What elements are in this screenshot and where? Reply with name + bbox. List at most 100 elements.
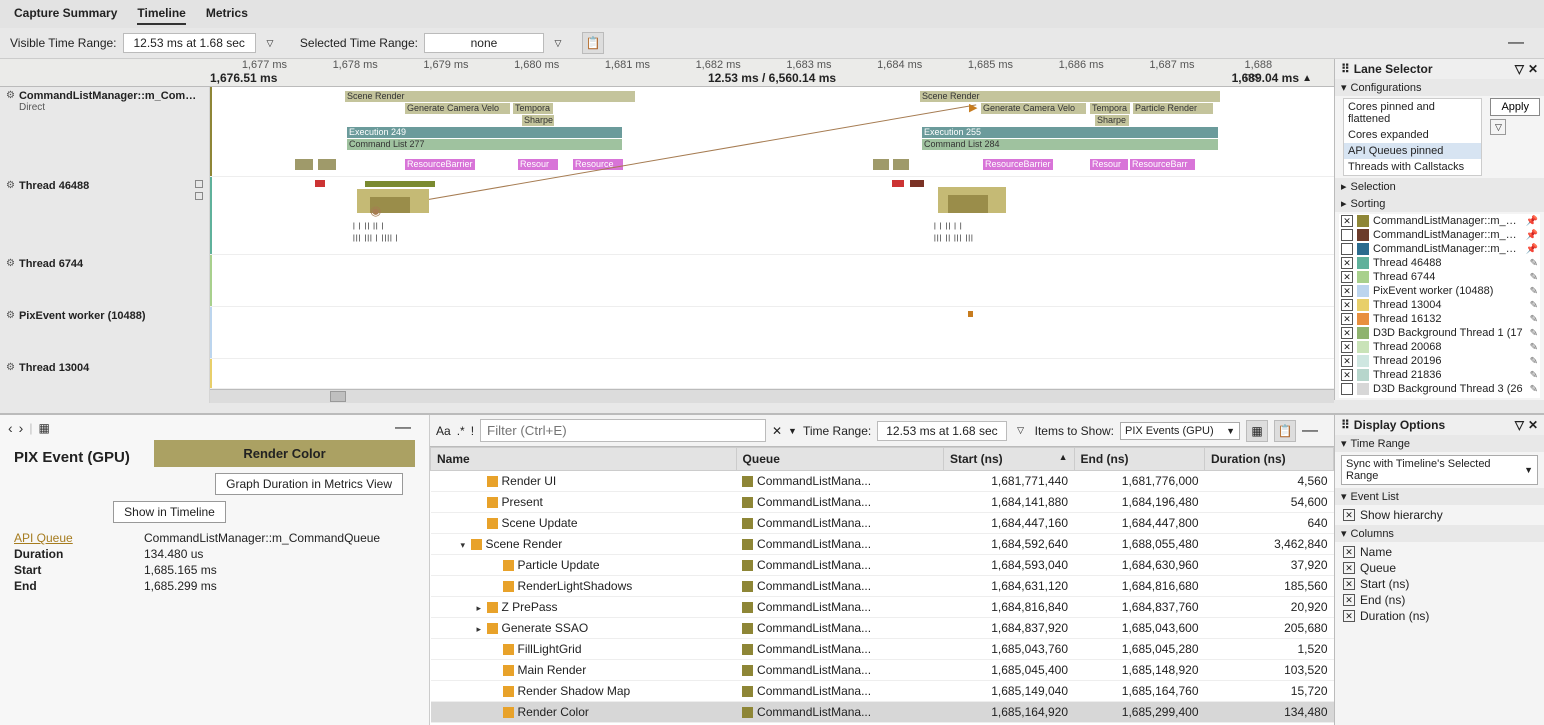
configurations-header[interactable]: ▾Configurations xyxy=(1335,79,1544,96)
detail-table-icon[interactable]: ▦ xyxy=(38,421,49,435)
table-row[interactable]: ▸Z PrePass CommandListMana... 1,684,816,… xyxy=(431,597,1334,618)
thread-row[interactable]: ✕ PixEvent worker (10488) ✎ xyxy=(1339,284,1540,298)
block-resour[interactable]: Resour xyxy=(1090,159,1128,170)
thread-row[interactable]: ✕ Thread 6744 ✎ xyxy=(1339,270,1540,284)
tab-timeline[interactable]: Timeline xyxy=(137,3,185,25)
block-small[interactable] xyxy=(295,159,313,170)
negate-icon[interactable]: ! xyxy=(471,424,474,438)
block-commandlist-277[interactable]: Command List 277 xyxy=(347,139,622,150)
thread-row[interactable]: CommandListManager::m_Cor 📌 xyxy=(1339,242,1540,256)
block-gen-camera[interactable]: Generate Camera Velo xyxy=(405,103,510,114)
visible-range-value[interactable]: 12.53 ms at 1.68 sec xyxy=(123,33,256,53)
sync-select[interactable]: Sync with Timeline's Selected Range▼ xyxy=(1341,455,1538,485)
expand-icon[interactable]: ▸ xyxy=(477,603,487,614)
block-resour[interactable]: Resour xyxy=(518,159,558,170)
minimize-icon[interactable]: — xyxy=(395,419,421,437)
table-row[interactable]: Render UI CommandListMana... 1,681,771,4… xyxy=(431,471,1334,492)
thread-row[interactable]: ✕ Thread 13004 ✎ xyxy=(1339,298,1540,312)
filter-input[interactable] xyxy=(480,419,766,442)
table-row[interactable]: ▸Generate SSAO CommandListMana... 1,684,… xyxy=(431,618,1334,639)
grip-icon[interactable]: ⠿ xyxy=(1341,62,1350,76)
lane-label-thread6744[interactable]: ⚙ Thread 6744 xyxy=(0,255,209,307)
tab-metrics[interactable]: Metrics xyxy=(206,3,248,25)
visible-range-dropdown-icon[interactable]: ▽ xyxy=(262,35,278,51)
thread-row[interactable]: CommandListManager::m_Cor 📌 xyxy=(1339,228,1540,242)
thread-row[interactable]: ✕ Thread 46488 ✎ xyxy=(1339,256,1540,270)
pin-icon[interactable]: 📌 xyxy=(1526,244,1538,255)
block-small[interactable] xyxy=(873,159,889,170)
grip-icon[interactable]: ⠿ xyxy=(1341,418,1350,432)
close-icon[interactable]: ✕ xyxy=(1528,418,1538,432)
lane-label-commandqueue[interactable]: ⚙ CommandListManager::m_CommandQueue Dir… xyxy=(0,87,209,177)
thread-checkbox[interactable]: ✕ xyxy=(1341,257,1353,269)
block-scene-render[interactable]: Scene Render xyxy=(920,91,1220,102)
thread-checkbox[interactable]: ✕ xyxy=(1341,313,1353,325)
pin-icon[interactable]: 📌 xyxy=(1526,216,1538,227)
clear-filter-icon[interactable]: ✕ xyxy=(772,424,782,438)
thread-row[interactable]: ✕ Thread 20196 ✎ xyxy=(1339,354,1540,368)
close-icon[interactable]: ✕ xyxy=(1528,62,1538,76)
thread-list[interactable]: ✕ CommandListManager::m_Cor 📌 CommandLis… xyxy=(1339,214,1540,398)
items-to-show-select[interactable]: PIX Events (GPU)▼ xyxy=(1120,422,1240,440)
table-row[interactable]: Present CommandListMana... 1,684,141,880… xyxy=(431,492,1334,513)
back-arrow-icon[interactable]: ‹ xyxy=(8,420,13,436)
table-row[interactable]: Main Render CommandListMana... 1,685,045… xyxy=(431,660,1334,681)
expand-icon[interactable]: ▸ xyxy=(477,624,487,635)
thread-row[interactable]: ✕ Thread 20068 ✎ xyxy=(1339,340,1540,354)
expand-icon[interactable]: ▾ xyxy=(461,540,471,551)
pin-icon[interactable]: 📌 xyxy=(1526,230,1538,241)
event-table[interactable]: NameQueueStart (ns) ▲End (ns)Duration (n… xyxy=(430,446,1334,725)
time-range-section[interactable]: ▾Time Range xyxy=(1335,435,1544,452)
render-color-button[interactable]: Render Color xyxy=(154,440,415,467)
thread-row[interactable]: D3D Background Thread 3 (26 ✎ xyxy=(1339,382,1540,396)
block-small[interactable] xyxy=(893,159,909,170)
apply-button[interactable]: Apply xyxy=(1490,98,1540,116)
match-case-icon[interactable]: Aa xyxy=(436,424,451,438)
time-ruler[interactable]: 1,677 ms1,678 ms1,679 ms1,680 ms1,681 ms… xyxy=(0,59,1544,87)
table-row[interactable]: RenderLightShadows CommandListMana... 1,… xyxy=(431,576,1334,597)
block-resourcebarrier[interactable]: ResourceBarrier xyxy=(405,159,475,170)
filter-dropdown-icon[interactable]: ▼ xyxy=(788,426,797,436)
config-item[interactable]: Cores expanded xyxy=(1344,127,1481,143)
pencil-icon[interactable]: ✎ xyxy=(1530,370,1538,381)
dropdown-icon[interactable]: ▽ xyxy=(1515,62,1524,76)
block-sharpe[interactable]: Sharpe xyxy=(1095,115,1129,126)
thread-checkbox[interactable]: ✕ xyxy=(1341,285,1353,297)
table-view-icon[interactable]: ▦ xyxy=(1246,420,1268,442)
column-checkbox[interactable]: ✕ xyxy=(1343,546,1355,558)
checkbox-icon[interactable] xyxy=(195,192,203,200)
thread-checkbox[interactable]: ✕ xyxy=(1341,369,1353,381)
block-execution-255[interactable]: Execution 255 xyxy=(922,127,1218,138)
thread-checkbox[interactable] xyxy=(1341,383,1353,395)
column-checkbox[interactable]: ✕ xyxy=(1343,594,1355,606)
block-commandlist-284[interactable]: Command List 284 xyxy=(922,139,1218,150)
configurations-list[interactable]: Cores pinned and flattenedCores expanded… xyxy=(1343,98,1482,176)
config-item[interactable]: API Queues pinned xyxy=(1344,143,1481,159)
column-header[interactable]: Duration (ns) xyxy=(1205,448,1334,471)
show-hierarchy-checkbox[interactable]: ✕ xyxy=(1343,509,1355,521)
selection-header[interactable]: ▸Selection xyxy=(1335,178,1544,195)
table-row[interactable]: Render Shadow Map CommandListMana... 1,6… xyxy=(431,681,1334,702)
minimize-icon[interactable]: — xyxy=(1508,34,1534,52)
detail-key[interactable]: API Queue xyxy=(14,531,144,545)
timeline-scrollbar[interactable] xyxy=(210,389,1334,403)
regex-icon[interactable]: .* xyxy=(457,424,465,438)
lane-tracks[interactable]: Scene Render Generate Camera Velo Tempor… xyxy=(210,87,1334,403)
column-header[interactable]: Queue xyxy=(736,448,943,471)
columns-section[interactable]: ▾Columns xyxy=(1335,525,1544,542)
tab-capture-summary[interactable]: Capture Summary xyxy=(14,3,117,25)
thread-checkbox[interactable]: ✕ xyxy=(1341,215,1353,227)
config-dropdown-icon[interactable]: ▽ xyxy=(1490,119,1506,135)
block-execution-249[interactable]: Execution 249 xyxy=(347,127,622,138)
up-arrow-icon[interactable]: ▲ xyxy=(1302,73,1312,84)
checkbox-icon[interactable] xyxy=(195,180,203,188)
time-range-dropdown-icon[interactable]: ▽ xyxy=(1013,423,1029,439)
copy-icon[interactable]: 📋 xyxy=(1274,420,1296,442)
block-tempora[interactable]: Tempora xyxy=(513,103,553,114)
thread-checkbox[interactable]: ✕ xyxy=(1341,271,1353,283)
dropdown-icon[interactable]: ▽ xyxy=(1515,418,1524,432)
thread-checkbox[interactable]: ✕ xyxy=(1341,299,1353,311)
table-row[interactable]: Render Color CommandListMana... 1,685,16… xyxy=(431,702,1334,723)
thread-checkbox[interactable]: ✕ xyxy=(1341,341,1353,353)
gear-icon[interactable]: ⚙ xyxy=(6,258,15,269)
